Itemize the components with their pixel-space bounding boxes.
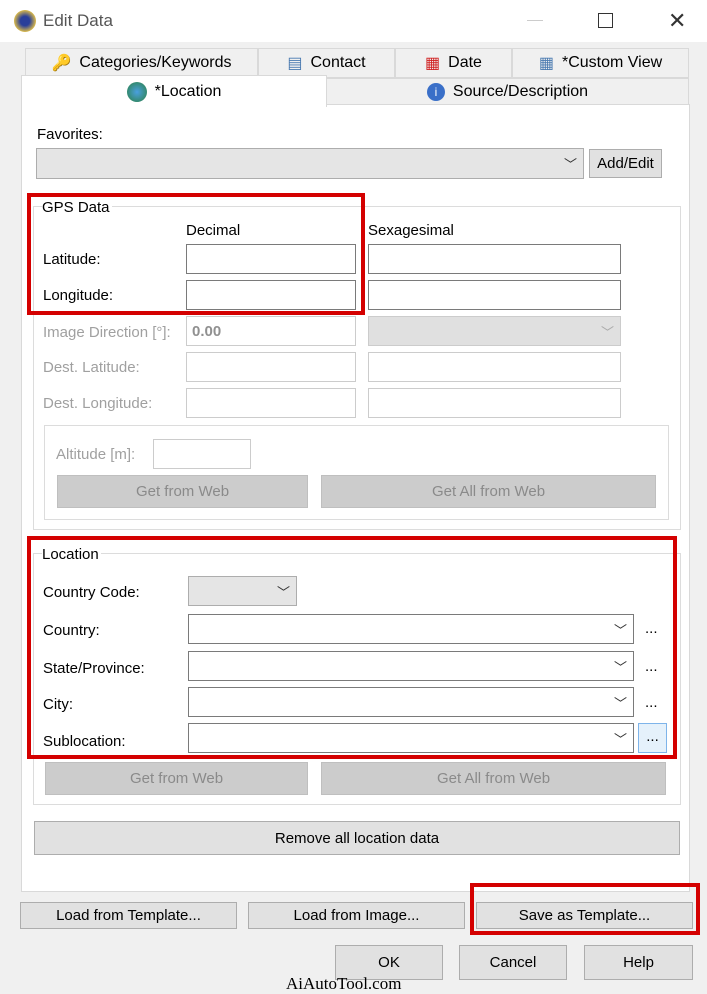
longitude-sexagesimal-input[interactable]: [368, 280, 621, 310]
location-get-all-from-web-button[interactable]: Get All from Web: [321, 762, 666, 795]
app-icon: [14, 10, 36, 32]
favorites-dropdown[interactable]: ﹀: [36, 148, 584, 179]
gps-get-all-from-web-button[interactable]: Get All from Web: [321, 475, 656, 508]
sexagesimal-header: Sexagesimal: [368, 222, 454, 239]
remove-all-location-button[interactable]: Remove all location data: [34, 821, 680, 855]
watermark: AiAutoTool.com: [286, 974, 402, 993]
table-icon: ▦: [538, 55, 554, 72]
title-bar: Edit Data ✕: [0, 0, 707, 42]
window-title: Edit Data: [43, 11, 113, 30]
info-icon: i: [426, 83, 445, 101]
key-icon: 🔑: [51, 55, 72, 72]
image-direction-dropdown[interactable]: ﹀: [368, 316, 621, 346]
dest-latitude-sexagesimal-input[interactable]: [368, 352, 621, 382]
globe-icon: [126, 81, 147, 102]
location-get-from-web-button[interactable]: Get from Web: [45, 762, 308, 795]
favorites-label: Favorites:: [37, 126, 103, 143]
minimize-button[interactable]: [527, 20, 543, 21]
dest-latitude-decimal-input[interactable]: [186, 352, 356, 382]
tab-categories-keywords[interactable]: 🔑 Categories/Keywords: [25, 48, 258, 78]
load-from-template-button[interactable]: Load from Template...: [20, 902, 237, 929]
cancel-button[interactable]: Cancel: [459, 945, 567, 980]
latitude-sexagesimal-input[interactable]: [368, 244, 621, 274]
altitude-input[interactable]: [153, 439, 251, 469]
highlight-gps-box: [27, 193, 365, 315]
tab-contact[interactable]: ▤ Contact: [258, 48, 395, 78]
tab-date[interactable]: ▦ Date: [395, 48, 512, 78]
contact-card-icon: ▤: [287, 55, 303, 72]
image-direction-label: Image Direction [°]:: [43, 324, 171, 341]
altitude-label: Altitude [m]:: [56, 446, 136, 463]
calendar-icon: ▦: [425, 55, 441, 72]
load-from-image-button[interactable]: Load from Image...: [248, 902, 465, 929]
highlight-save-template-box: [470, 883, 700, 935]
dest-longitude-decimal-input[interactable]: [186, 388, 356, 418]
close-button[interactable]: ✕: [668, 8, 686, 34]
gps-get-from-web-button[interactable]: Get from Web: [57, 475, 308, 508]
maximize-button[interactable]: [598, 13, 613, 28]
help-button[interactable]: Help: [584, 945, 693, 980]
image-direction-input[interactable]: 0.00: [186, 316, 356, 346]
tab-custom-view[interactable]: ▦ *Custom View: [512, 48, 689, 78]
dest-longitude-label: Dest. Longitude:: [43, 395, 153, 412]
dest-longitude-sexagesimal-input[interactable]: [368, 388, 621, 418]
add-edit-button[interactable]: Add/Edit: [589, 149, 662, 178]
tab-location[interactable]: *Location: [21, 75, 327, 107]
tab-source-description[interactable]: i Source/Description: [326, 78, 689, 106]
chevron-down-icon: ﹀: [563, 157, 577, 172]
highlight-location-box: [27, 536, 677, 759]
chevron-down-icon: ﹀: [600, 325, 614, 340]
dest-latitude-label: Dest. Latitude:: [43, 359, 140, 376]
